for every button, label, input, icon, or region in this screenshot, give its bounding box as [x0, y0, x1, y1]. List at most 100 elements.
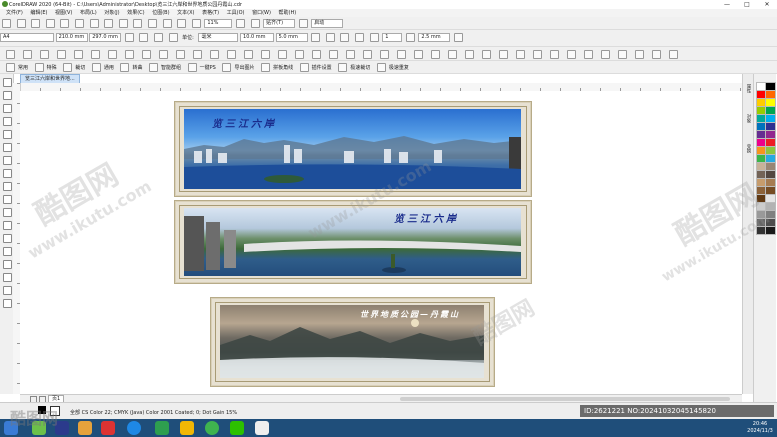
plugin-fast-repeat-button[interactable]: 极速重复 — [389, 64, 409, 71]
macro-tool-icon[interactable] — [635, 50, 644, 59]
macro-tool-icon[interactable] — [482, 50, 491, 59]
redo-icon[interactable] — [118, 19, 128, 28]
plugin-imposition-marks-button[interactable]: 拼板角线 — [273, 64, 293, 71]
macro-tool-icon[interactable] — [550, 50, 559, 59]
taskbar-k-app-icon[interactable] — [127, 421, 141, 435]
taskbar-browser-icon[interactable] — [101, 421, 115, 435]
page-number-field[interactable]: 1 — [382, 33, 403, 42]
plugin-fast-crop-icon[interactable] — [338, 63, 348, 72]
plugin-export-image-button[interactable]: 导出图片 — [234, 64, 254, 71]
page-height-field[interactable]: 297.0 mm — [89, 33, 122, 42]
docker-tab-transform[interactable]: 变换 — [745, 144, 751, 153]
macro-tool-icon[interactable] — [23, 50, 32, 59]
open-icon[interactable] — [16, 19, 26, 28]
menu-edit[interactable]: 编辑(E) — [30, 9, 47, 17]
pick-tool-icon[interactable] — [3, 78, 12, 87]
macro-tool-icon[interactable] — [448, 50, 457, 59]
plugin-general-icon[interactable] — [91, 63, 101, 72]
copy-icon[interactable] — [74, 19, 84, 28]
duplicate-x-field[interactable]: 5.0 mm — [275, 33, 308, 42]
macro-tool-icon[interactable] — [210, 50, 219, 59]
nudge-distance-field[interactable]: 10.0 mm — [240, 33, 275, 42]
macro-tool-icon[interactable] — [346, 50, 355, 59]
minimize-button[interactable]: — — [717, 0, 737, 9]
menu-effects[interactable]: 效果(C) — [127, 9, 144, 17]
taskbar-360-icon[interactable] — [205, 421, 219, 435]
plugin-settings-button[interactable]: 插件设置 — [312, 64, 332, 71]
menu-view[interactable]: 视图(V) — [55, 9, 72, 17]
macro-tool-icon[interactable] — [397, 50, 406, 59]
fullscreen-icon[interactable] — [191, 19, 201, 28]
plugin-fast-repeat-icon[interactable] — [376, 63, 386, 72]
macro-tool-icon[interactable] — [57, 50, 66, 59]
macro-tool-icon[interactable] — [652, 50, 661, 59]
publish-pdf-icon[interactable] — [177, 19, 187, 28]
plugin-export-image-icon[interactable] — [222, 63, 232, 72]
docker-tab-properties[interactable]: 属性 — [745, 84, 751, 93]
macro-tool-icon[interactable] — [601, 50, 610, 59]
zoom-tool-icon[interactable] — [3, 117, 12, 126]
print-icon[interactable] — [45, 19, 55, 28]
distribute-icon[interactable] — [325, 33, 335, 42]
menu-text[interactable]: 文本(X) — [177, 9, 194, 17]
freehand-tool-icon[interactable] — [3, 130, 12, 139]
macro-tool-icon[interactable] — [380, 50, 389, 59]
menu-help[interactable]: 帮助(H) — [279, 9, 297, 17]
taskbar-qq-icon[interactable] — [255, 421, 269, 435]
crop-tool-icon[interactable] — [3, 104, 12, 113]
docker-tab-objects[interactable]: 对象 — [745, 114, 751, 123]
macro-tool-icon[interactable] — [363, 50, 372, 59]
interactive-fill-tool-icon[interactable] — [3, 273, 12, 282]
macro-tool-icon[interactable] — [227, 50, 236, 59]
plugin-to-curves-icon[interactable] — [120, 63, 130, 72]
parallel-dimension-tool-icon[interactable] — [3, 208, 12, 217]
plugin-smart-group-button[interactable]: 智能群组 — [161, 64, 181, 71]
ellipse-tool-icon[interactable] — [3, 169, 12, 178]
rectangle-tool-icon[interactable] — [3, 156, 12, 165]
plugin-one-click-ps-button[interactable]: 一键PS — [200, 64, 216, 71]
import-icon[interactable] — [147, 19, 157, 28]
macro-tool-icon[interactable] — [125, 50, 134, 59]
macro-tool-icon[interactable] — [261, 50, 270, 59]
taskbar-s-app-icon[interactable] — [155, 421, 169, 435]
horizontal-scrollbar[interactable] — [400, 397, 730, 401]
snap-to-dropdown[interactable]: 贴齐(T) — [263, 19, 296, 28]
artistic-media-tool-icon[interactable] — [3, 143, 12, 152]
menu-file[interactable]: 文件(F) — [6, 9, 23, 17]
menu-table[interactable]: 表格(T) — [202, 9, 219, 17]
connector-tool-icon[interactable] — [3, 221, 12, 230]
transparency-tool-icon[interactable] — [3, 247, 12, 256]
settings-icon[interactable] — [453, 33, 463, 42]
menu-tools[interactable]: 工具(O) — [227, 9, 245, 17]
plugin-one-click-ps-icon[interactable] — [187, 63, 197, 72]
macro-tool-icon[interactable] — [176, 50, 185, 59]
macro-tool-icon[interactable] — [329, 50, 338, 59]
eyedropper-tool-icon[interactable] — [3, 260, 12, 269]
shape-tool-icon[interactable] — [3, 91, 12, 100]
macro-tool-icon[interactable] — [312, 50, 321, 59]
guides-icon[interactable] — [250, 19, 260, 28]
portrait-icon[interactable] — [124, 33, 134, 42]
zoom-level-field[interactable]: 11% — [204, 19, 233, 28]
macro-tool-icon[interactable] — [40, 50, 49, 59]
design-panel-1[interactable]: 览三江六岸 — [174, 101, 532, 197]
menu-bitmaps[interactable]: 位图(B) — [152, 9, 169, 17]
macro-tool-icon[interactable] — [669, 50, 678, 59]
menu-window[interactable]: 窗口(W) — [252, 9, 271, 17]
macro-tool-icon[interactable] — [108, 50, 117, 59]
plugin-general-button[interactable]: 通用 — [104, 64, 114, 71]
design-panel-3[interactable]: 世界地质公园—丹霞山 — [210, 297, 495, 387]
bleed-field[interactable]: 2.5 mm — [418, 33, 451, 42]
landscape-icon[interactable] — [139, 33, 149, 42]
maximize-button[interactable]: □ — [737, 0, 757, 9]
menu-layout[interactable]: 布局(L) — [80, 9, 97, 17]
page-width-field[interactable]: 210.0 mm — [55, 33, 88, 42]
gear-icon[interactable] — [298, 19, 308, 28]
macro-tool-icon[interactable] — [74, 50, 83, 59]
macro-tool-icon[interactable] — [91, 50, 100, 59]
plugin-special-button[interactable]: 特殊 — [47, 64, 57, 71]
paste-icon[interactable] — [89, 19, 99, 28]
grid-icon[interactable] — [235, 19, 245, 28]
menu-object[interactable]: 对象(J) — [104, 9, 119, 17]
align-icon[interactable] — [311, 33, 321, 42]
